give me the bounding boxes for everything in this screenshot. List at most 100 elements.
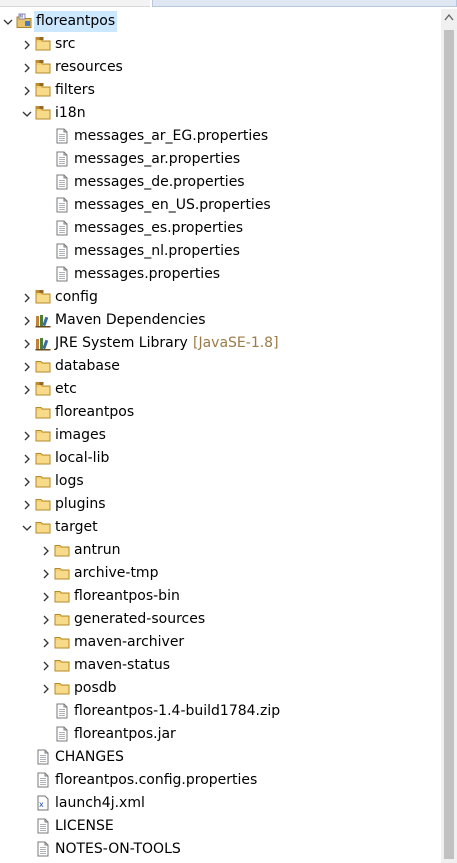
collapsed-chevron-icon[interactable] [39,608,53,631]
folder-icon [35,358,51,374]
collapsed-chevron-icon[interactable] [39,585,53,608]
tree-row[interactable]: posdb [0,677,440,700]
collapsed-chevron-icon[interactable] [20,33,34,56]
tree-row[interactable]: maven-archiver [0,631,440,654]
tree-row[interactable]: resources [0,56,440,79]
tree-item-label: database [55,358,120,374]
tree-item-label: archive-tmp [74,565,159,581]
tree-item-label: messages_en_US.properties [74,197,271,213]
collapsed-chevron-icon[interactable] [20,355,34,378]
tree-row[interactable]: messages_en_US.properties [0,194,440,217]
tree-row[interactable]: NOTES-ON-TOOLS [0,838,440,861]
scrollbar-thumb[interactable] [444,30,454,859]
tree-row[interactable]: archive-tmp [0,562,440,585]
tree-item-label: floreantpos.jar [74,726,176,742]
tree-item-label: maven-status [74,657,171,673]
tree-row[interactable]: images [0,424,440,447]
collapsed-chevron-icon[interactable] [39,677,53,700]
tree-item-label: messages_es.properties [74,220,244,236]
tree-item-label: messages_de.properties [74,174,245,190]
tree-item-label: filters [55,82,95,98]
tree-row[interactable]: config [0,286,440,309]
vertical-scrollbar[interactable] [441,9,457,863]
svg-text:x: x [39,800,44,809]
expanded-chevron-icon[interactable] [1,10,15,33]
tree-row[interactable]: floreantpos-1.4-build1784.zip [0,700,440,723]
tree-item-label: NOTES-ON-TOOLS [55,841,181,857]
collapsed-chevron-icon[interactable] [39,654,53,677]
collapsed-chevron-icon[interactable] [20,56,34,79]
view-tab-active[interactable] [152,0,457,7]
tree-row[interactable]: filters [0,79,440,102]
tree-item-label: CHANGES [55,749,124,765]
tree-item-label: Maven Dependencies [55,312,206,328]
tree-row[interactable]: src [0,33,440,56]
tree-row[interactable]: floreantpos.jar [0,723,440,746]
tree-row[interactable]: JRE System Library [JavaSE-1.8] [0,332,440,355]
collapsed-chevron-icon[interactable] [20,309,34,332]
tree-row[interactable]: Maven Dependencies [0,309,440,332]
scroll-up-arrow-icon[interactable] [441,9,457,27]
source-folder-icon [35,36,51,52]
tree-row[interactable]: local-lib [0,447,440,470]
tree-item-label: images [55,427,106,443]
tree-row[interactable]: database [0,355,440,378]
tree-row[interactable]: maven-status [0,654,440,677]
tree-row[interactable]: logs [0,470,440,493]
tree-row[interactable]: antrun [0,539,440,562]
tree-item-label: logs [55,473,84,489]
library-version-decoration: [JavaSE-1.8] [193,335,279,351]
collapsed-chevron-icon[interactable] [20,79,34,102]
source-folder-icon [35,82,51,98]
tree-item-label: messages_nl.properties [74,243,240,259]
tree-item-label: floreantpos-bin [74,588,180,604]
tree-item-label: messages_ar_EG.properties [74,128,269,144]
tree-row[interactable]: messages.properties [0,263,440,286]
tree-row[interactable]: i18n [0,102,440,125]
collapsed-chevron-icon[interactable] [39,539,53,562]
collapsed-chevron-icon[interactable] [39,631,53,654]
expanded-chevron-icon[interactable] [20,102,34,125]
collapsed-chevron-icon[interactable] [20,424,34,447]
file-icon [35,841,51,857]
view-tab[interactable] [0,0,150,7]
tree-item-label: launch4j.xml [55,795,145,811]
collapsed-chevron-icon[interactable] [20,332,34,355]
collapsed-chevron-icon[interactable] [39,562,53,585]
tree-row-project[interactable]: M floreantpos [0,10,440,33]
tree-row[interactable]: plugins [0,493,440,516]
folder-icon [54,542,70,558]
tree-row[interactable]: target [0,516,440,539]
tree-item-label: etc [55,381,77,397]
tree-row[interactable]: generated-sources [0,608,440,631]
collapsed-chevron-icon[interactable] [20,378,34,401]
project-name-label: floreantpos [34,11,118,32]
collapsed-chevron-icon[interactable] [20,286,34,309]
tree-row[interactable]: LICENSE [0,815,440,838]
tree-row[interactable]: messages_ar.properties [0,148,440,171]
tree-row[interactable]: messages_ar_EG.properties [0,125,440,148]
tree-row[interactable]: x launch4j.xml [0,792,440,815]
tree-item-label: generated-sources [74,611,206,627]
tree-item-label: floreantpos [55,404,135,420]
tree-row[interactable]: messages_es.properties [0,217,440,240]
tree-row[interactable]: messages_nl.properties [0,240,440,263]
collapsed-chevron-icon[interactable] [20,470,34,493]
tree-row[interactable]: etc [0,378,440,401]
xml-file-icon: x [35,795,51,811]
collapsed-chevron-icon[interactable] [20,493,34,516]
editor-tab-strip [0,0,457,8]
tree-item-label: messages_ar.properties [74,151,241,167]
folder-icon [35,404,51,420]
tree-item-label: config [55,289,98,305]
tree-row[interactable]: CHANGES [0,746,440,769]
expanded-chevron-icon[interactable] [20,516,34,539]
tree-row[interactable]: floreantpos.config.properties [0,769,440,792]
tree-row[interactable]: floreantpos [0,401,440,424]
collapsed-chevron-icon[interactable] [20,447,34,470]
tree-row[interactable]: floreantpos-bin [0,585,440,608]
tree-item-label: maven-archiver [74,634,185,650]
source-folder-icon [35,59,51,75]
tree-row[interactable]: messages_de.properties [0,171,440,194]
folder-icon [54,634,70,650]
